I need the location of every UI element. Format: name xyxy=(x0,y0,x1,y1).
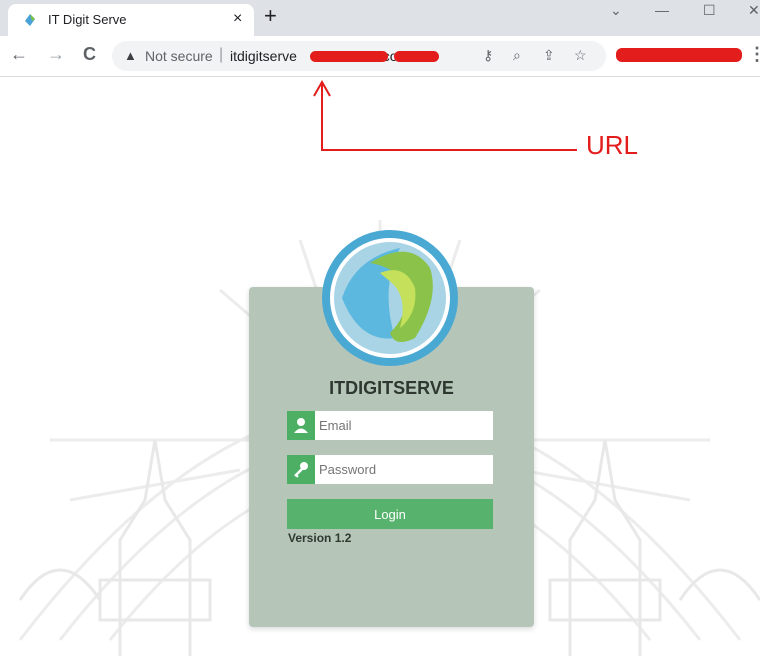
forward-button[interactable]: → xyxy=(47,44,65,64)
share-icon[interactable]: ⇪ xyxy=(543,47,555,64)
url-redaction xyxy=(310,51,388,62)
browser-menu-button[interactable]: ⋮ xyxy=(748,44,760,65)
key-icon[interactable]: ⚷ xyxy=(483,47,493,64)
tab-strip: IT Digit Serve × + ⌄ — ☐ ✕ xyxy=(0,0,760,36)
login-button[interactable]: Login xyxy=(287,499,493,529)
extensions-redaction xyxy=(616,48,742,62)
maximize-button[interactable]: ☐ xyxy=(703,2,716,19)
close-window-button[interactable]: ✕ xyxy=(748,2,760,19)
url-redaction xyxy=(394,51,439,62)
version-label: Version 1.2 xyxy=(288,531,352,545)
omnibox-separator: | xyxy=(219,46,224,63)
logo-icon xyxy=(322,230,458,366)
zoom-icon[interactable]: ⌕ xyxy=(513,47,521,64)
minimize-button[interactable]: — xyxy=(655,2,669,18)
security-label[interactable]: Not secure xyxy=(145,48,213,64)
site-favicon-icon xyxy=(25,14,35,26)
user-icon xyxy=(287,411,315,440)
browser-toolbar: ← → C ▲ Not secure | itdigitserve.com ⚷ … xyxy=(0,36,760,77)
back-button[interactable]: ← xyxy=(10,44,28,64)
chevron-down-icon[interactable]: ⌄ xyxy=(610,2,622,19)
address-bar[interactable]: ▲ Not secure | itdigitserve.com ⚷ ⌕ ⇪ ☆ xyxy=(112,41,606,71)
tab-close-icon[interactable]: × xyxy=(233,9,242,29)
tab-title: IT Digit Serve xyxy=(48,12,127,27)
key-icon xyxy=(287,455,315,484)
reload-button[interactable]: C xyxy=(83,44,96,64)
url-visible-text: itdigitserve xyxy=(230,48,297,64)
star-icon[interactable]: ☆ xyxy=(574,47,587,64)
new-tab-button[interactable]: + xyxy=(264,4,277,28)
email-field[interactable] xyxy=(287,411,493,440)
warning-icon[interactable]: ▲ xyxy=(124,48,137,63)
email-input[interactable] xyxy=(319,411,487,440)
password-field[interactable] xyxy=(287,455,493,484)
browser-tab[interactable]: IT Digit Serve × xyxy=(8,4,254,36)
app-title: ITDIGITSERVE xyxy=(329,378,454,398)
password-input[interactable] xyxy=(319,455,487,484)
